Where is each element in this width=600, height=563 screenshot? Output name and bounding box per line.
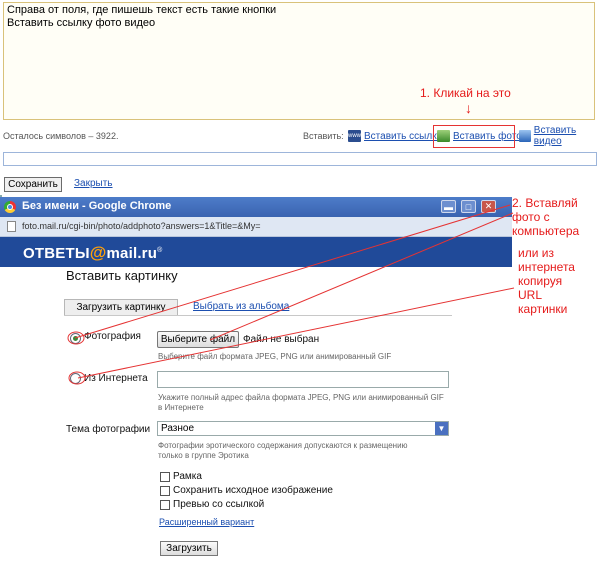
window-title: Без имени - Google Chrome — [22, 200, 172, 212]
no-file-label: Файл не выбран — [243, 334, 320, 345]
url-hint-line-1: Укажите полный адрес файла формата JPEG,… — [158, 393, 444, 402]
annotation-step3: или из интернета копируя URL картинки — [518, 246, 575, 316]
annotation-step3-line-1: или из — [518, 246, 554, 260]
photo-label: Фотография — [84, 331, 141, 342]
internet-radio[interactable] — [70, 373, 81, 384]
video-icon — [519, 130, 531, 142]
url-hint-line-2: в Интернете — [158, 403, 204, 412]
insert-link-label: Вставить ссылку — [364, 130, 442, 142]
annotation-step2: 2. Вставляй фото с компьютера — [512, 196, 579, 238]
file-hint: Выберите файл формата JPEG, PNG или аним… — [158, 352, 392, 361]
annotation-step2-line-2: фото с — [512, 210, 550, 224]
insert-video-label: Вставить видео — [533, 125, 577, 147]
upload-button[interactable]: Загрузить — [160, 541, 218, 556]
link-icon: www — [348, 130, 361, 142]
topic-select[interactable]: Разное ▼ — [157, 421, 449, 436]
frame-label: Рамка — [173, 471, 202, 482]
annotation-step3-line-5: картинки — [518, 302, 568, 316]
logo-mark: ® — [157, 247, 163, 254]
topic-value: Разное — [161, 423, 195, 434]
keep-original-checkbox[interactable] — [160, 486, 170, 496]
tab-album[interactable]: Выбрать из альбома — [193, 301, 289, 312]
annotation-step2-line-3: компьютера — [512, 224, 580, 238]
chrome-icon — [4, 201, 16, 213]
annotation-step2-line-1: 2. Вставляй — [512, 196, 578, 210]
choose-file-button[interactable]: Выберите файл — [157, 331, 239, 348]
window-titlebar: Без имени - Google Chrome ▬ □ ✕ — [0, 197, 512, 217]
annotation-step3-line-3: копируя — [518, 274, 563, 288]
insert-video-button[interactable]: Вставить видео — [519, 125, 600, 147]
brand-header: ОТВЕТЫ@mail.ru® — [0, 237, 512, 267]
annotation-step1: 1. Кликай на это — [420, 86, 511, 100]
keep-original-label: Сохранить исходное изображение — [173, 485, 333, 496]
logo-suffix: mail.ru — [106, 245, 158, 262]
logo-at: @ — [89, 243, 107, 262]
page-title: Вставить картинку — [66, 268, 178, 283]
chrome-popup-window: Без имени - Google Chrome ▬ □ ✕ foto.mai… — [0, 197, 512, 563]
topic-hint-line-2: только в группе Эротика — [158, 451, 249, 460]
internet-label: Из Интернета — [84, 373, 148, 384]
advanced-link[interactable]: Расширенный вариант — [159, 517, 254, 527]
preview-link-checkbox[interactable] — [160, 500, 170, 510]
save-button[interactable]: Сохранить — [4, 177, 62, 192]
textarea-line-1: Справа от поля, где пишешь текст есть та… — [7, 4, 277, 16]
address-bar[interactable]: foto.mail.ru/cgi-bin/photo/addphoto?answ… — [0, 217, 512, 237]
textarea-line-2: Вставить ссылку фото видео — [7, 17, 156, 29]
tab-divider — [64, 315, 452, 316]
topic-label: Тема фотографии — [66, 424, 151, 435]
minimize-button[interactable]: ▬ — [441, 200, 456, 213]
remaining-chars: Осталось символов – 3922. — [3, 131, 119, 141]
photo-radio[interactable] — [70, 333, 81, 344]
message-textarea[interactable]: Справа от поля, где пишешь текст есть та… — [3, 2, 595, 120]
chevron-down-icon: ▼ — [435, 422, 448, 435]
tab-upload[interactable]: Загрузить картинку — [64, 299, 178, 315]
maximize-button[interactable]: □ — [461, 200, 476, 213]
close-window-button[interactable]: ✕ — [481, 200, 496, 213]
url-field[interactable] — [3, 152, 597, 166]
otvety-mail-logo[interactable]: ОТВЕТЫ@mail.ru® — [23, 243, 162, 263]
photo-button-highlight — [433, 125, 515, 148]
annotation-step3-line-4: URL — [518, 288, 543, 302]
annotation-arrow: ↓ — [465, 100, 472, 116]
logo-prefix: ОТВЕТЫ — [23, 245, 90, 262]
address-url[interactable]: foto.mail.ru/cgi-bin/photo/addphoto?answ… — [22, 221, 261, 231]
close-link[interactable]: Закрыть — [74, 178, 113, 189]
image-url-input[interactable] — [157, 371, 449, 388]
insert-label: Вставить: — [303, 131, 344, 141]
page-icon — [7, 221, 16, 232]
preview-link-label: Превью со ссылкой — [173, 499, 265, 510]
annotation-step3-line-2: интернета — [518, 260, 575, 274]
topic-hint-line-1: Фотографии эротического содержания допус… — [158, 441, 408, 450]
insert-link-button[interactable]: www Вставить ссылку — [348, 128, 442, 144]
frame-checkbox[interactable] — [160, 472, 170, 482]
